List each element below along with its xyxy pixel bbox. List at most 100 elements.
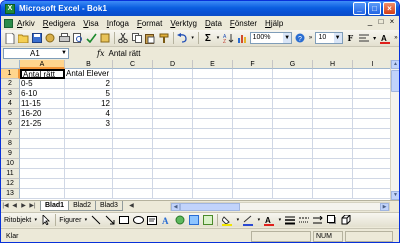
cell-a1[interactable]: Antal rätt [20, 69, 65, 79]
print-preview-icon[interactable] [72, 32, 84, 44]
permission-icon[interactable] [45, 32, 57, 44]
undo-icon[interactable] [176, 32, 189, 44]
cell-a11[interactable] [20, 169, 65, 179]
cut-icon[interactable] [117, 32, 129, 44]
cell-b6[interactable]: 3 [65, 119, 113, 129]
row-header-3[interactable]: 3 [1, 89, 20, 99]
row-header-12[interactable]: 12 [1, 179, 20, 189]
menu-verktyg[interactable]: Verktyg [166, 19, 201, 28]
close-button[interactable]: × [383, 2, 396, 15]
cell-c2[interactable] [113, 79, 153, 89]
draw-menu[interactable]: Ritobjekt [4, 217, 31, 224]
cell-i4[interactable] [353, 99, 390, 109]
row-header-4[interactable]: 4 [1, 99, 20, 109]
chevron-down-icon[interactable]: ▾ [277, 214, 282, 226]
title-bar[interactable]: X Microsoft Excel - Bok1 _ □ × [1, 1, 399, 16]
cell-a13[interactable] [20, 189, 65, 199]
cell-h10[interactable] [313, 159, 353, 169]
cell-b5[interactable]: 4 [65, 109, 113, 119]
line-color-icon[interactable] [242, 214, 254, 226]
cell-f2[interactable] [233, 79, 273, 89]
tab-blad3[interactable]: Blad3 [94, 201, 123, 211]
spelling-icon[interactable] [85, 32, 97, 44]
paste-icon[interactable] [145, 32, 157, 44]
cell-d7[interactable] [153, 129, 193, 139]
cell-b1[interactable]: Antal Elever [65, 69, 113, 79]
row-header-6[interactable]: 6 [1, 119, 20, 129]
cell-b7[interactable] [65, 129, 113, 139]
worksheet-grid[interactable]: ABCDEFGHI 1 2 3 4 5 6 7 8 9 10 11 12 13 Antal rätt An… [1, 60, 390, 200]
cell-a7[interactable] [20, 129, 65, 139]
cell-i1[interactable] [353, 69, 390, 79]
cell-e12[interactable] [193, 179, 233, 189]
excel-app-icon[interactable]: X [5, 3, 15, 14]
row-header-8[interactable]: 8 [1, 139, 20, 149]
cell-d12[interactable] [153, 179, 193, 189]
cell-g6[interactable] [273, 119, 313, 129]
print-icon[interactable] [58, 32, 70, 44]
cell-a12[interactable] [20, 179, 65, 189]
cell-h2[interactable] [313, 79, 353, 89]
cell-i7[interactable] [353, 129, 390, 139]
cell-a2[interactable]: 0-5 [20, 79, 65, 89]
cell-b3[interactable]: 5 [65, 89, 113, 99]
next-sheet-icon[interactable]: ▶ [19, 202, 28, 211]
arrow-icon[interactable] [104, 214, 116, 226]
row-header-13[interactable]: 13 [1, 189, 20, 199]
column-header-i[interactable]: I [353, 60, 390, 69]
cell-c8[interactable] [113, 139, 153, 149]
cell-g3[interactable] [273, 89, 313, 99]
more-buttons-icon[interactable]: » [308, 32, 314, 44]
insert-function-icon[interactable]: fx [97, 49, 104, 58]
cell-e8[interactable] [193, 139, 233, 149]
cell-e10[interactable] [193, 159, 233, 169]
workbook-close-button[interactable]: × [387, 17, 397, 28]
format-painter-icon[interactable] [158, 32, 170, 44]
cell-e1[interactable] [193, 69, 233, 79]
cell-h1[interactable] [313, 69, 353, 79]
wordart-icon[interactable]: A [160, 214, 172, 226]
cell-i13[interactable] [353, 189, 390, 199]
cell-i10[interactable] [353, 159, 390, 169]
row-header-10[interactable]: 10 [1, 159, 20, 169]
scroll-down-icon[interactable]: ▼ [391, 191, 399, 200]
3d-style-icon[interactable] [340, 214, 352, 226]
cell-d1[interactable] [153, 69, 193, 79]
cell-e13[interactable] [193, 189, 233, 199]
cell-b13[interactable] [65, 189, 113, 199]
cell-a3[interactable]: 6-10 [20, 89, 65, 99]
picture-icon[interactable] [202, 214, 214, 226]
cell-f12[interactable] [233, 179, 273, 189]
cell-i11[interactable] [353, 169, 390, 179]
workbook-icon[interactable] [4, 18, 13, 28]
cell-g1[interactable] [273, 69, 313, 79]
chart-wizard-icon[interactable] [236, 32, 248, 44]
font-size-select[interactable]: 10 ▼ [315, 32, 343, 44]
menu-fonster[interactable]: Fönster [226, 19, 261, 28]
cell-b4[interactable]: 12 [65, 99, 113, 109]
row-header-9[interactable]: 9 [1, 149, 20, 159]
tab-blad2[interactable]: Blad2 [68, 201, 96, 211]
cell-c11[interactable] [113, 169, 153, 179]
cell-b12[interactable] [65, 179, 113, 189]
row-header-5[interactable]: 5 [1, 109, 20, 119]
help-icon[interactable]: ? [294, 32, 306, 44]
menu-redigera[interactable]: Redigera [39, 19, 79, 28]
cell-e4[interactable] [193, 99, 233, 109]
cell-a5[interactable]: 16-20 [20, 109, 65, 119]
vertical-scrollbar[interactable]: ▲ ▼ [390, 60, 399, 200]
cell-i9[interactable] [353, 149, 390, 159]
cell-g11[interactable] [273, 169, 313, 179]
cell-b9[interactable] [65, 149, 113, 159]
cell-d3[interactable] [153, 89, 193, 99]
row-header-2[interactable]: 2 [1, 79, 20, 89]
line-style-icon[interactable] [284, 214, 296, 226]
cell-c6[interactable] [113, 119, 153, 129]
cell-g9[interactable] [273, 149, 313, 159]
cell-h7[interactable] [313, 129, 353, 139]
horizontal-scroll-thumb[interactable] [180, 203, 240, 211]
select-all-button[interactable] [1, 60, 20, 69]
menu-infoga[interactable]: Infoga [103, 19, 133, 28]
name-box[interactable]: A1 ▼ [3, 47, 69, 59]
cell-c5[interactable] [113, 109, 153, 119]
